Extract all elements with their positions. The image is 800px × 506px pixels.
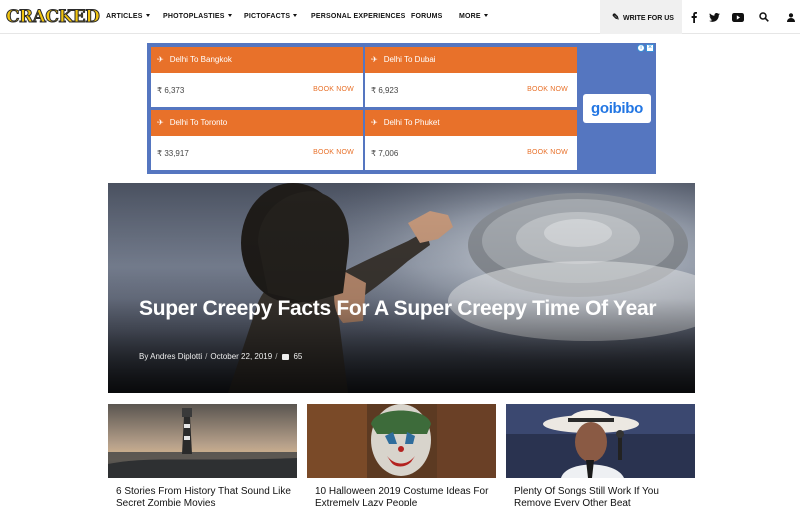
article-thumbnail[interactable] <box>307 404 496 478</box>
joker-image <box>307 404 496 478</box>
nav-photoplasties[interactable]: PHOTOPLASTIES <box>163 0 232 34</box>
book-now-link[interactable]: BOOK NOW <box>313 86 354 93</box>
book-now-link[interactable]: BOOK NOW <box>527 86 568 93</box>
hero-image <box>108 183 695 393</box>
chevron-down-icon <box>227 14 232 17</box>
ad-close-icon[interactable]: × <box>646 44 654 52</box>
plane-icon: ✈ <box>371 55 378 64</box>
plane-icon: ✈ <box>157 118 164 127</box>
cracked-logo[interactable]: CRACKED <box>5 6 100 28</box>
ad-price: ₹ 33,917 <box>157 149 189 158</box>
ad-card[interactable]: ✈ Delhi To Bangkok ₹ 6,373 BOOK NOW <box>151 47 363 107</box>
hero-article[interactable]: Super Creepy Facts For A Super Creepy Ti… <box>108 183 695 393</box>
chevron-down-icon <box>483 14 488 17</box>
pencil-icon: ✎ <box>612 12 620 22</box>
ad-price: ₹ 6,923 <box>371 86 399 95</box>
twitter-icon[interactable] <box>707 10 721 24</box>
publish-date: October 22, 2019 <box>210 352 273 361</box>
article-title[interactable]: Plenty Of Songs Still Work If You Remove… <box>506 486 695 506</box>
flight-ad-banner[interactable]: i × ✈ Delhi To Bangkok ₹ 6,373 BOOK NOW ✈… <box>147 43 656 174</box>
search-icon[interactable] <box>757 10 771 24</box>
book-now-link[interactable]: BOOK NOW <box>313 149 354 156</box>
nav-personal-experiences[interactable]: PERSONAL EXPERIENCES <box>311 0 406 34</box>
ad-price: ₹ 6,373 <box>157 86 185 95</box>
lighthouse-image <box>108 404 297 478</box>
article-title[interactable]: 6 Stories From History That Sound Like S… <box>108 486 297 506</box>
article-title[interactable]: 10 Halloween 2019 Costume Ideas For Extr… <box>307 486 496 506</box>
comment-icon <box>282 354 290 360</box>
plane-icon: ✈ <box>157 55 164 64</box>
hero-meta: By Andres Diplotti / October 22, 2019/65 <box>139 352 303 361</box>
chevron-down-icon <box>145 14 150 17</box>
nav-more[interactable]: MORE <box>459 0 488 34</box>
comment-count[interactable]: 65 <box>293 352 302 361</box>
article-thumbnail[interactable] <box>506 404 695 478</box>
nav-articles[interactable]: ARTICLES <box>106 0 150 34</box>
top-navbar: CRACKED ARTICLES PHOTOPLASTIES PICTOFACT… <box>0 0 800 34</box>
ad-card[interactable]: ✈ Delhi To Dubai ₹ 6,923 BOOK NOW <box>365 47 577 107</box>
plane-icon: ✈ <box>371 118 378 127</box>
facebook-icon[interactable] <box>687 10 701 24</box>
user-icon[interactable] <box>784 10 798 24</box>
chevron-down-icon <box>293 14 298 17</box>
article-thumbnail[interactable] <box>108 404 297 478</box>
youtube-icon[interactable] <box>731 10 745 24</box>
hero-title[interactable]: Super Creepy Facts For A Super Creepy Ti… <box>139 296 659 322</box>
singer-image <box>506 404 695 478</box>
author[interactable]: By Andres Diplotti <box>139 352 202 361</box>
book-now-link[interactable]: BOOK NOW <box>527 149 568 156</box>
goibibo-logo[interactable]: goibibo <box>583 94 651 123</box>
ad-card[interactable]: ✈ Delhi To Toronto ₹ 33,917 BOOK NOW <box>151 110 363 170</box>
nav-forums[interactable]: FORUMS <box>411 0 443 34</box>
ad-card[interactable]: ✈ Delhi To Phuket ₹ 7,006 BOOK NOW <box>365 110 577 170</box>
ad-price: ₹ 7,006 <box>371 149 399 158</box>
ad-info-icon[interactable]: i <box>637 44 645 52</box>
write-for-us-button[interactable]: ✎ WRITE FOR US <box>600 0 682 34</box>
nav-pictofacts[interactable]: PICTOFACTS <box>244 0 298 34</box>
